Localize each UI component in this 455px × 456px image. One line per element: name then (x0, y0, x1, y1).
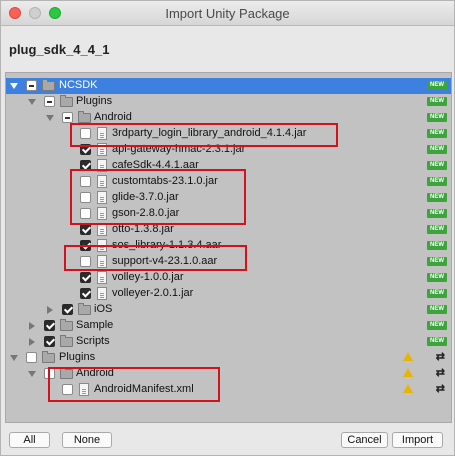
file-checkbox[interactable] (80, 224, 91, 235)
expand-arrow-icon[interactable] (46, 115, 54, 121)
new-badge: NEW (427, 321, 447, 330)
new-badge: NEW (427, 241, 447, 250)
file-checkbox[interactable] (80, 272, 91, 283)
tree-row-root-plugins[interactable]: Plugins ⇄ (6, 350, 451, 366)
tree-label: NCSDK (59, 79, 98, 91)
select-all-button[interactable]: All (9, 432, 50, 448)
new-badge: NEW (427, 193, 447, 202)
tree-row-ncsdk[interactable]: NCSDK NEW (6, 78, 451, 94)
expand-arrow-icon[interactable] (28, 99, 36, 105)
import-window: Import Unity Package plug_sdk_4_4_1 NCSD… (0, 0, 455, 456)
ios-checkbox[interactable] (62, 304, 73, 315)
button-bar: All None Cancel Import (1, 425, 454, 455)
android-checkbox[interactable] (62, 112, 73, 123)
new-badge: NEW (427, 273, 447, 282)
new-badge: NEW (427, 225, 447, 234)
tree-label: Plugins (59, 351, 96, 363)
tree-label: Plugins (76, 95, 113, 107)
expand-arrow-icon[interactable] (10, 355, 18, 361)
warning-icon (403, 352, 413, 361)
ncsdk-checkbox[interactable] (26, 80, 37, 91)
new-badge: NEW (427, 97, 447, 106)
new-badge: NEW (427, 209, 447, 218)
folder-icon (60, 95, 73, 107)
folder-icon (42, 351, 55, 363)
new-badge: NEW (427, 161, 447, 170)
new-badge: NEW (427, 177, 447, 186)
tree-row-file[interactable]: volleyer-2.0.1.jar NEW (6, 286, 451, 302)
highlight-box (70, 169, 246, 225)
new-badge: NEW (427, 257, 447, 266)
highlight-box (64, 245, 247, 271)
tree-row-ios[interactable]: iOS NEW (6, 302, 451, 318)
tree-label: iOS (94, 303, 113, 315)
tree-label: Sample (76, 319, 114, 331)
tree-row-sample[interactable]: Sample NEW (6, 318, 451, 334)
package-tree[interactable]: NCSDK NEW Plugins NEW Android NEW 3rdpar… (5, 72, 452, 423)
package-name: plug_sdk_4_4_1 (9, 42, 110, 57)
cancel-button[interactable]: Cancel (341, 432, 388, 448)
new-badge: NEW (427, 289, 447, 298)
plugins-checkbox[interactable] (44, 96, 55, 107)
highlight-box (70, 123, 338, 147)
import-button[interactable]: Import (392, 432, 443, 448)
new-badge: NEW (427, 305, 447, 314)
file-icon (97, 271, 107, 284)
expand-arrow-icon[interactable] (10, 83, 18, 89)
new-badge: NEW (427, 337, 447, 346)
file-label: volleyer-2.0.1.jar (112, 287, 194, 299)
folder-icon (78, 303, 91, 315)
scripts-checkbox[interactable] (44, 336, 55, 347)
tree-label: Scripts (76, 335, 110, 347)
collapse-arrow-icon[interactable] (47, 306, 53, 314)
file-checkbox[interactable] (80, 288, 91, 299)
title-bar: Import Unity Package (1, 1, 454, 26)
tree-row-scripts[interactable]: Scripts NEW (6, 334, 451, 350)
swap-icon: ⇄ (435, 351, 445, 363)
swap-icon: ⇄ (435, 383, 445, 395)
collapse-arrow-icon[interactable] (29, 322, 35, 330)
warning-icon (403, 384, 413, 393)
new-badge: NEW (427, 129, 447, 138)
tree-row-file[interactable]: volley-1.0.0.jar NEW (6, 270, 451, 286)
select-none-button[interactable]: None (62, 432, 112, 448)
file-label: volley-1.0.0.jar (112, 271, 184, 283)
folder-icon (42, 79, 55, 91)
collapse-arrow-icon[interactable] (29, 338, 35, 346)
highlight-box (48, 367, 220, 402)
new-badge: NEW (427, 113, 447, 122)
tree-label: Android (94, 111, 132, 123)
folder-icon (60, 319, 73, 331)
window-title: Import Unity Package (165, 6, 290, 21)
root-plugins-checkbox[interactable] (26, 352, 37, 363)
new-badge: NEW (427, 145, 447, 154)
warning-icon (403, 368, 413, 377)
swap-icon: ⇄ (435, 367, 445, 379)
tree-row-plugins[interactable]: Plugins NEW (6, 94, 451, 110)
sample-checkbox[interactable] (44, 320, 55, 331)
expand-arrow-icon[interactable] (28, 371, 36, 377)
new-badge: NEW (427, 81, 447, 90)
folder-icon (60, 335, 73, 347)
file-icon (97, 287, 107, 300)
folder-icon (78, 111, 91, 123)
package-header: plug_sdk_4_4_1 (1, 26, 454, 70)
